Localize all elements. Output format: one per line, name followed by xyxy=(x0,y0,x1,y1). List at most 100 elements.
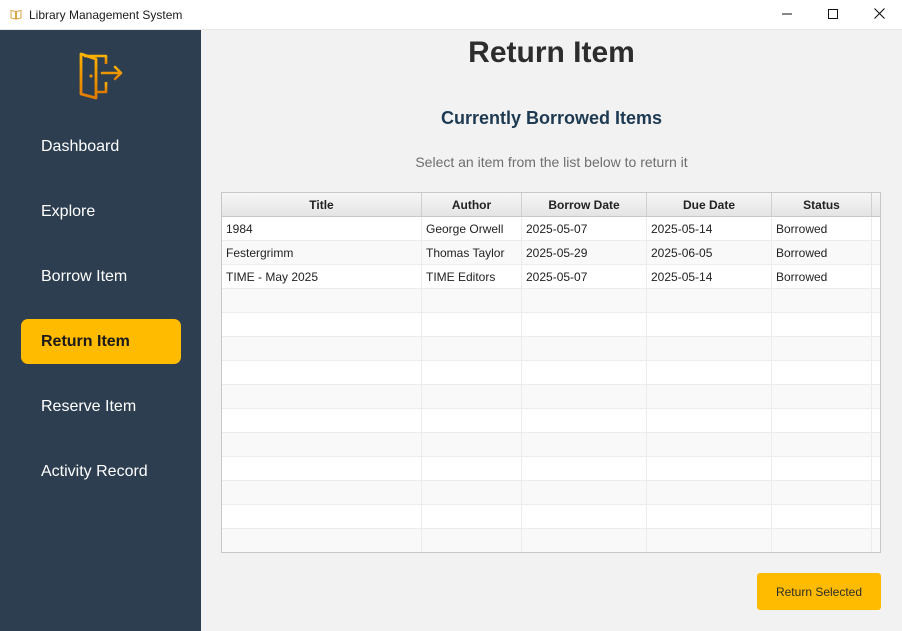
table-cell xyxy=(772,409,872,432)
table-cell: 1984 xyxy=(222,217,422,240)
table-cell: 2025-05-07 xyxy=(522,217,647,240)
table-cell xyxy=(647,313,772,336)
empty-table-row xyxy=(222,409,880,433)
sidebar-item-explore[interactable]: Explore xyxy=(21,189,181,234)
sidebar-item-return-item[interactable]: Return Item xyxy=(21,319,181,364)
borrowed-items-table[interactable]: Title Author Borrow Date Due Date Status… xyxy=(221,192,881,553)
table-filler-cell xyxy=(872,313,880,336)
table-filler-cell xyxy=(872,385,880,408)
table-cell xyxy=(772,457,872,480)
table-row[interactable]: 1984 George Orwell 2025-05-07 2025-05-14 Bor… xyxy=(222,217,880,241)
table-filler-cell xyxy=(872,289,880,312)
table-cell xyxy=(422,361,522,384)
book-icon xyxy=(9,8,23,22)
close-button[interactable] xyxy=(856,0,902,30)
table-filler-cell xyxy=(872,409,880,432)
table-cell xyxy=(522,337,647,360)
column-header-borrow-date[interactable]: Borrow Date xyxy=(522,193,647,216)
table-cell xyxy=(647,481,772,504)
table-cell xyxy=(772,385,872,408)
table-cell xyxy=(422,409,522,432)
table-header: Title Author Borrow Date Due Date Status xyxy=(222,193,880,217)
table-cell xyxy=(772,505,872,528)
table-cell xyxy=(522,313,647,336)
sidebar-item-borrow-item[interactable]: Borrow Item xyxy=(21,254,181,299)
table-cell xyxy=(647,505,772,528)
table-cell: 2025-05-14 xyxy=(647,265,772,288)
minimize-button[interactable] xyxy=(764,0,810,30)
table-cell: 2025-05-14 xyxy=(647,217,772,240)
door-exit-icon xyxy=(76,50,126,104)
table-cell xyxy=(222,457,422,480)
maximize-button[interactable] xyxy=(810,0,856,30)
column-header-due-date[interactable]: Due Date xyxy=(647,193,772,216)
table-cell xyxy=(422,457,522,480)
table-filler-cell xyxy=(872,217,880,240)
table-cell xyxy=(222,289,422,312)
table-cell xyxy=(647,361,772,384)
sidebar-item-reserve-item[interactable]: Reserve Item xyxy=(21,384,181,429)
window-title: Library Management System xyxy=(29,7,183,22)
table-cell xyxy=(772,481,872,504)
table-cell: Borrowed xyxy=(772,217,872,240)
table-cell xyxy=(422,529,522,552)
empty-table-row xyxy=(222,433,880,457)
empty-table-row xyxy=(222,385,880,409)
table-cell xyxy=(422,313,522,336)
sidebar-item-dashboard[interactable]: Dashboard xyxy=(21,124,181,169)
table-cell xyxy=(647,289,772,312)
table-cell xyxy=(647,529,772,552)
column-header-filler xyxy=(872,193,880,216)
table-cell xyxy=(772,529,872,552)
empty-table-row xyxy=(222,529,880,552)
column-header-status[interactable]: Status xyxy=(772,193,872,216)
section-title: Currently Borrowed Items xyxy=(440,108,663,128)
table-cell xyxy=(222,361,422,384)
table-cell: TIME - May 2025 xyxy=(222,265,422,288)
table-body: 1984 George Orwell 2025-05-07 2025-05-14 Bor… xyxy=(222,217,880,552)
table-cell xyxy=(522,505,647,528)
table-cell xyxy=(222,529,422,552)
table-cell xyxy=(522,481,647,504)
table-cell xyxy=(647,409,772,432)
table-row[interactable]: TIME - May 2025 TIME Editors 2025-05-07 202… xyxy=(222,265,880,289)
return-selected-button[interactable]: Return Selected xyxy=(757,573,881,610)
instruction-text: Select an item from the list below to re… xyxy=(415,154,688,170)
column-header-title[interactable]: Title xyxy=(222,193,422,216)
table-cell: 2025-06-05 xyxy=(647,241,772,264)
table-cell xyxy=(222,505,422,528)
table-cell xyxy=(422,433,522,456)
table-row[interactable]: Festergrimm Thomas Taylor 2025-05-29 2025-0… xyxy=(222,241,880,265)
table-cell xyxy=(522,385,647,408)
empty-table-row xyxy=(222,481,880,505)
table-filler-cell xyxy=(872,241,880,264)
table-cell xyxy=(647,385,772,408)
empty-table-row xyxy=(222,505,880,529)
minimize-icon xyxy=(782,6,792,24)
table-cell xyxy=(522,289,647,312)
close-icon xyxy=(873,6,885,24)
table-cell xyxy=(222,385,422,408)
sidebar-item-activity-record[interactable]: Activity Record xyxy=(21,449,181,494)
table-filler-cell xyxy=(872,265,880,288)
empty-table-row xyxy=(222,289,880,313)
table-cell xyxy=(772,313,872,336)
table-cell xyxy=(522,361,647,384)
table-cell xyxy=(222,337,422,360)
table-cell: 2025-05-29 xyxy=(522,241,647,264)
table-cell: Thomas Taylor xyxy=(422,241,522,264)
table-filler-cell xyxy=(872,361,880,384)
table-cell: Borrowed xyxy=(772,265,872,288)
table-cell xyxy=(772,337,872,360)
empty-table-row xyxy=(222,457,880,481)
maximize-icon xyxy=(828,6,838,24)
table-cell xyxy=(222,433,422,456)
column-header-author[interactable]: Author xyxy=(422,193,522,216)
table-filler-cell xyxy=(872,505,880,528)
table-cell xyxy=(772,289,872,312)
table-cell xyxy=(522,433,647,456)
table-filler-cell xyxy=(872,481,880,504)
main-content: Return Item Currently Borrowed Items Sel… xyxy=(201,30,902,631)
table-cell xyxy=(522,457,647,480)
table-cell xyxy=(222,481,422,504)
